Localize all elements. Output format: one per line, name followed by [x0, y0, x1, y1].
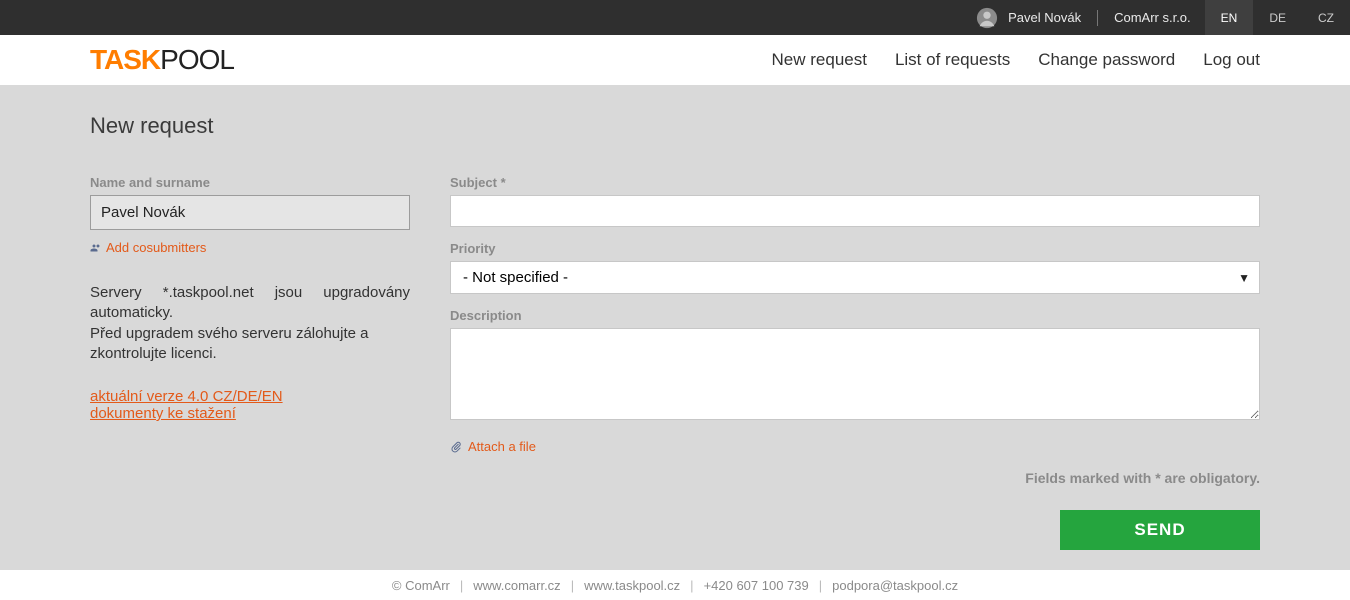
nav-log-out[interactable]: Log out — [1203, 50, 1260, 70]
info-line-2: Před upgradem svého serveru zálohujte a … — [90, 325, 369, 362]
language-switcher: EN DE CZ — [1205, 0, 1350, 35]
send-row: SEND — [450, 510, 1260, 550]
info-line-1: Servery *.taskpool.net jsou upgradovány … — [90, 283, 410, 324]
subject-input[interactable] — [450, 195, 1260, 227]
footer-link-taskpool[interactable]: www.taskpool.cz — [584, 578, 680, 593]
name-input[interactable] — [90, 195, 410, 230]
description-field: Description — [450, 308, 1260, 425]
footer-phone: +420 607 100 739 — [704, 578, 809, 593]
add-cosubmitters-link[interactable]: Add cosubmitters — [106, 240, 206, 255]
company-label: ComArr s.r.o. — [1114, 10, 1191, 25]
separator: | — [819, 578, 822, 593]
topbar: Pavel Novák ComArr s.r.o. EN DE CZ — [0, 0, 1350, 35]
lang-de[interactable]: DE — [1253, 0, 1302, 35]
footer-link-comarr[interactable]: www.comarr.cz — [473, 578, 560, 593]
add-cosubmitters-row: Add cosubmitters — [90, 240, 410, 255]
description-label: Description — [450, 308, 1260, 323]
priority-field: Priority - Not specified - ▼ — [450, 241, 1260, 294]
attach-row: Attach a file — [450, 439, 1260, 454]
lang-cz[interactable]: CZ — [1302, 0, 1350, 35]
separator: | — [460, 578, 463, 593]
logo[interactable]: TASKPOOL — [90, 44, 234, 76]
separator — [1097, 10, 1098, 26]
user-name-link[interactable]: Pavel Novák — [1008, 10, 1081, 25]
left-column: Name and surname Add cosubmitters Server… — [90, 175, 410, 550]
avatar-icon — [976, 7, 998, 29]
lang-en[interactable]: EN — [1205, 0, 1254, 35]
send-button[interactable]: SEND — [1060, 510, 1260, 550]
footer-email[interactable]: podpora@taskpool.cz — [832, 578, 958, 593]
subject-field: Subject * — [450, 175, 1260, 227]
info-block: Servery *.taskpool.net jsou upgradovány … — [90, 283, 410, 364]
obligatory-note: Fields marked with * are obligatory. — [450, 470, 1260, 486]
description-textarea[interactable] — [450, 328, 1260, 420]
subject-label: Subject * — [450, 175, 1260, 190]
navbar: TASKPOOL New request List of requests Ch… — [0, 35, 1350, 85]
info-links: aktuální verze 4.0 CZ/DE/EN dokumenty ke… — [90, 388, 410, 422]
nav-new-request[interactable]: New request — [772, 50, 867, 70]
user-block: Pavel Novák ComArr s.r.o. — [976, 7, 1191, 29]
form-container: Name and surname Add cosubmitters Server… — [90, 175, 1260, 550]
paperclip-icon — [450, 441, 462, 453]
page-title: New request — [90, 113, 1260, 139]
separator: | — [571, 578, 574, 593]
footer: © ComArr | www.comarr.cz | www.taskpool.… — [0, 570, 1350, 600]
logo-part1: TASK — [90, 44, 160, 75]
nav-list-requests[interactable]: List of requests — [895, 50, 1010, 70]
logo-part2: POOL — [160, 44, 234, 75]
nav-change-password[interactable]: Change password — [1038, 50, 1175, 70]
page-content: New request Name and surname Add cosubmi… — [0, 85, 1350, 570]
user-add-icon — [90, 242, 102, 254]
right-column: Subject * Priority - Not specified - ▼ D… — [450, 175, 1260, 550]
priority-label: Priority — [450, 241, 1260, 256]
nav-links: New request List of requests Change pass… — [772, 50, 1260, 70]
name-label: Name and surname — [90, 175, 410, 190]
priority-select[interactable]: - Not specified - — [450, 261, 1260, 294]
footer-copyright: © ComArr — [392, 578, 450, 593]
separator: | — [690, 578, 693, 593]
info-link-download[interactable]: dokumenty ke stažení — [90, 405, 410, 422]
info-link-version[interactable]: aktuální verze 4.0 CZ/DE/EN — [90, 388, 410, 405]
attach-file-link[interactable]: Attach a file — [468, 439, 536, 454]
